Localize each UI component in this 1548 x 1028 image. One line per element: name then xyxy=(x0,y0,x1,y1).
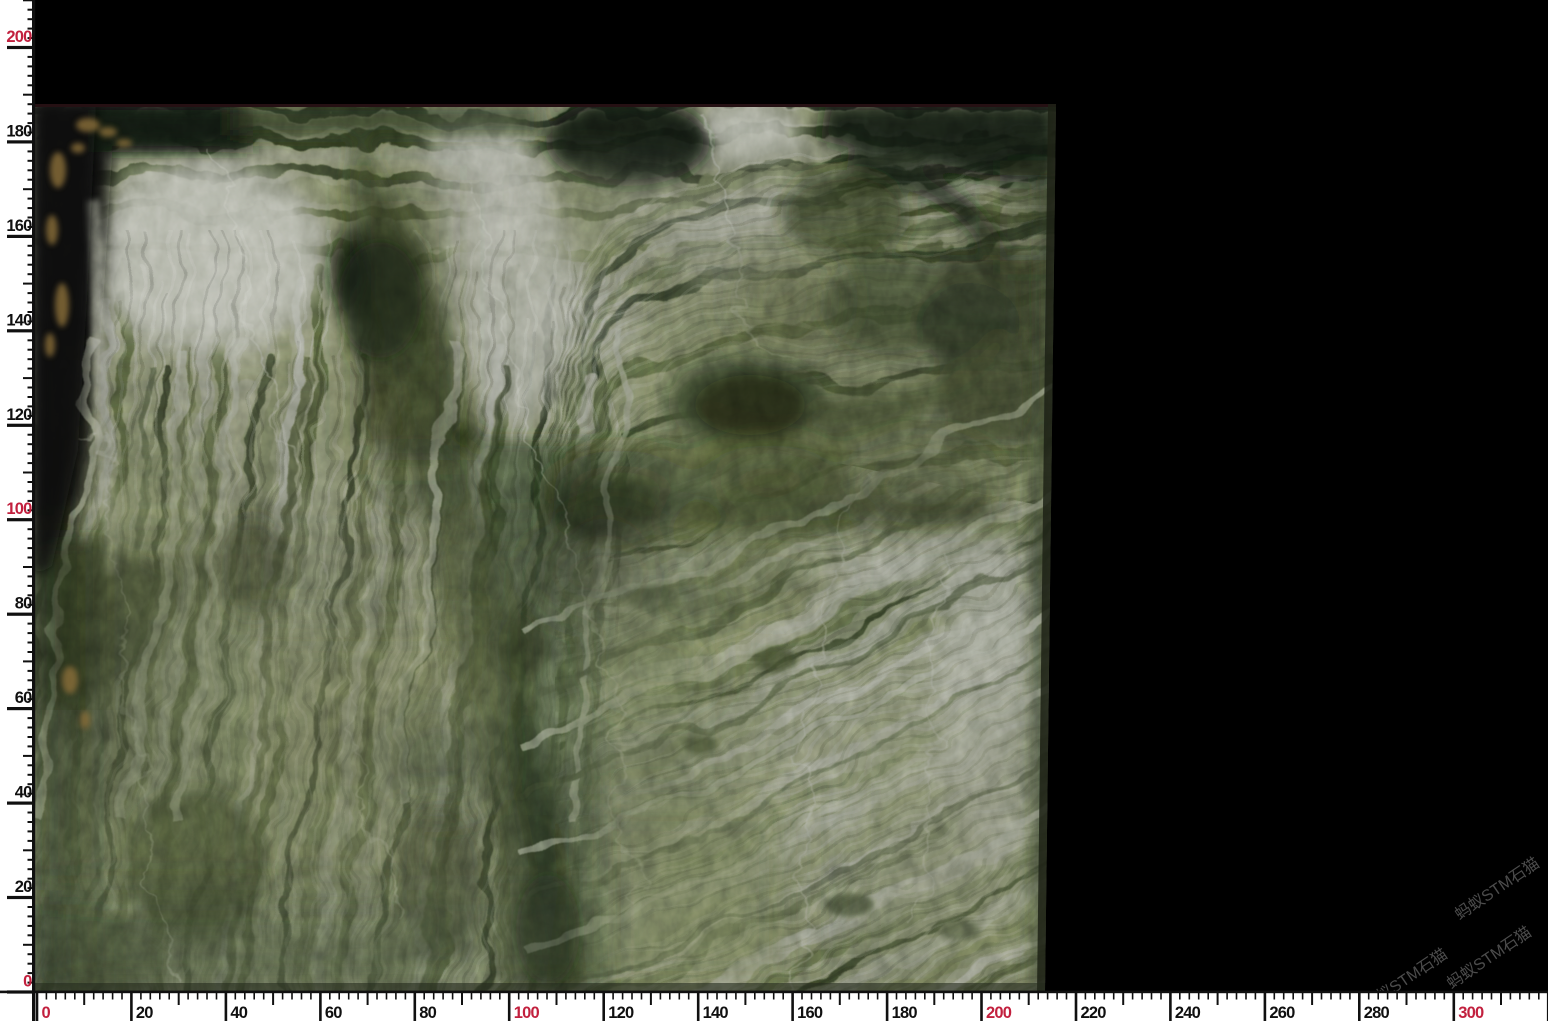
svg-text:140: 140 xyxy=(703,1004,729,1022)
svg-text:220: 220 xyxy=(1081,1004,1107,1022)
svg-text:60: 60 xyxy=(15,689,32,707)
svg-text:160: 160 xyxy=(797,1004,823,1022)
svg-text:160: 160 xyxy=(6,217,32,235)
svg-text:180: 180 xyxy=(6,122,32,140)
svg-text:80: 80 xyxy=(419,1004,436,1022)
svg-text:40: 40 xyxy=(15,784,32,802)
svg-text:120: 120 xyxy=(6,406,32,424)
svg-text:120: 120 xyxy=(608,1004,634,1022)
svg-text:100: 100 xyxy=(514,1004,540,1022)
svg-text:60: 60 xyxy=(325,1004,342,1022)
svg-text:40: 40 xyxy=(230,1004,247,1022)
svg-text:20: 20 xyxy=(15,878,32,896)
svg-text:260: 260 xyxy=(1269,1004,1295,1022)
svg-text:80: 80 xyxy=(15,595,32,613)
svg-text:280: 280 xyxy=(1364,1004,1390,1022)
svg-text:0: 0 xyxy=(23,973,32,991)
svg-text:20: 20 xyxy=(136,1004,153,1022)
svg-text:200: 200 xyxy=(6,28,32,46)
svg-text:200: 200 xyxy=(986,1004,1012,1022)
svg-text:300: 300 xyxy=(1458,1004,1484,1022)
svg-text:240: 240 xyxy=(1175,1004,1201,1022)
svg-text:180: 180 xyxy=(892,1004,918,1022)
svg-text:100: 100 xyxy=(6,500,32,518)
svg-text:0: 0 xyxy=(42,1004,51,1022)
svg-text:140: 140 xyxy=(6,311,32,329)
